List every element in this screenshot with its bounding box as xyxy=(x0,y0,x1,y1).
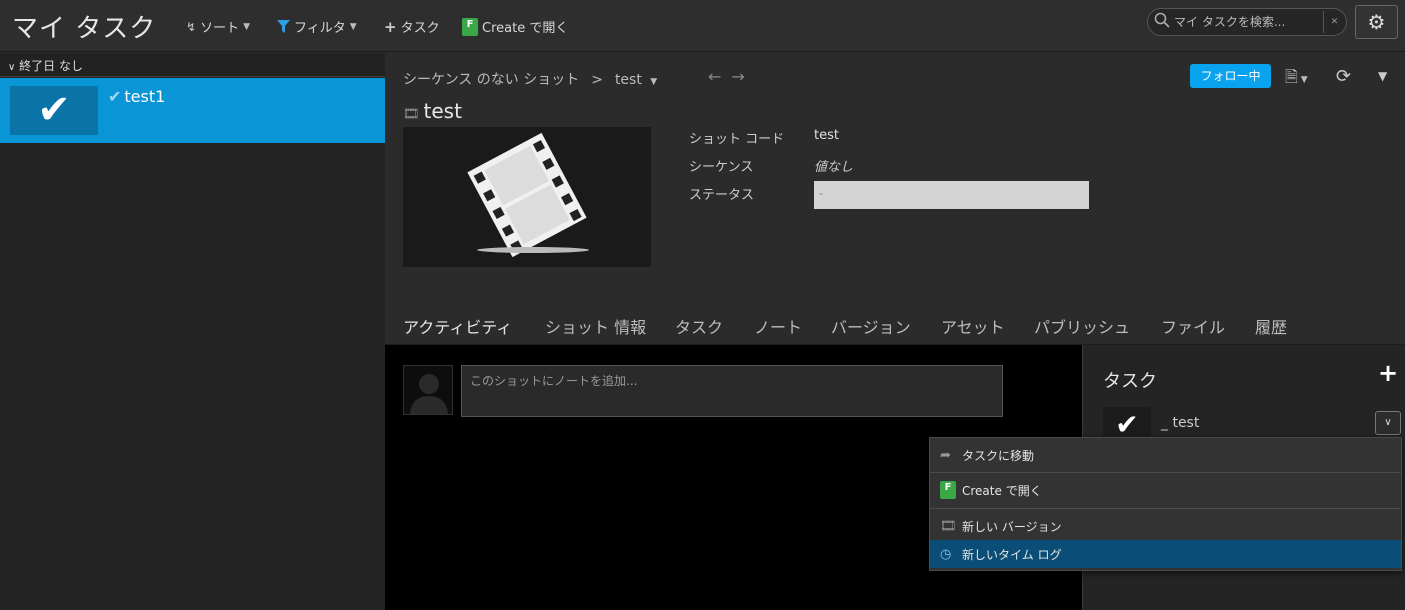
tab-files[interactable]: ファイル xyxy=(1161,314,1225,338)
menu-item-label: 新しい バージョン xyxy=(962,519,1062,534)
field-value[interactable]: 値なし xyxy=(814,156,853,175)
field-value[interactable]: test xyxy=(814,128,839,143)
chevron-down-icon: ▼ xyxy=(243,21,250,32)
task-item-menu-button[interactable]: ∨ xyxy=(1375,411,1401,435)
clock-icon: ◷ xyxy=(940,546,952,562)
film-icon: 🎞 xyxy=(940,518,957,534)
arrow-left-icon[interactable]: ← xyxy=(708,67,731,86)
tab-activity[interactable]: アクティビティ xyxy=(403,314,512,338)
app-window: マイ タスク ↯ ソート ▼ フィルタ ▼ + タスク F Create で開く… xyxy=(0,0,1405,610)
chevron-down-icon: ▼ xyxy=(349,21,357,32)
open-in-create-label: Create で開く xyxy=(482,21,569,36)
checkmark-icon: ✔ xyxy=(37,87,71,133)
chevron-down-icon[interactable]: ▼ xyxy=(650,77,657,87)
search-box: ✕ xyxy=(1147,8,1347,36)
add-task-label: タスク xyxy=(400,21,440,36)
menu-item-label: 新しいタイム ログ xyxy=(962,547,1062,562)
film-icon: 🎞 xyxy=(403,107,420,122)
avatar xyxy=(403,365,453,415)
nav-arrows: ←→ xyxy=(708,67,755,86)
flow-create-icon: F xyxy=(462,17,478,36)
follow-button[interactable]: フォロー中 xyxy=(1190,64,1271,88)
search-input[interactable] xyxy=(1174,12,1324,32)
share-arrow-icon: ➦ xyxy=(940,447,951,463)
filter-label: フィルタ xyxy=(294,21,346,36)
entity-title-text: test xyxy=(423,99,462,123)
breadcrumb-current[interactable]: test xyxy=(615,72,642,88)
breadcrumb: シーケンス のない ショット > test ▼ xyxy=(403,69,657,89)
tab-history[interactable]: 履歴 xyxy=(1255,314,1287,338)
add-task-icon[interactable]: + xyxy=(1378,359,1398,387)
menu-item-go-to-task[interactable]: ➦ タスクに移動 xyxy=(930,441,1401,469)
note-input[interactable]: このショットにノートを追加... xyxy=(461,365,1003,417)
sort-label: ソート xyxy=(200,21,240,36)
task-item-name[interactable]: _ test xyxy=(1161,415,1199,431)
field-label: ショット コード xyxy=(689,132,785,147)
tab-shot-info[interactable]: ショット 情報 xyxy=(545,314,646,338)
document-icon: 🗎 xyxy=(1285,67,1298,86)
top-bar: マイ タスク ↯ ソート ▼ フィルタ ▼ + タスク F Create で開く… xyxy=(0,0,1405,52)
refresh-icon: ⟳ xyxy=(1336,66,1352,87)
add-task-button[interactable]: + タスク xyxy=(384,17,440,37)
task-panel-title: タスク xyxy=(1103,371,1157,392)
chevron-down-icon: ∨ xyxy=(8,62,16,73)
tab-publishes[interactable]: パブリッシュ xyxy=(1034,314,1130,338)
menu-divider xyxy=(930,508,1401,509)
breadcrumb-parent[interactable]: シーケンス のない ショット xyxy=(403,72,579,88)
plus-icon: + xyxy=(384,17,397,36)
tab-versions[interactable]: バージョン xyxy=(831,314,911,338)
menu-item-new-time-log[interactable]: ◷ 新しいタイム ログ xyxy=(930,540,1401,568)
chevron-down-icon: ▼ xyxy=(1378,69,1388,83)
page-title: マイ タスク xyxy=(12,14,157,44)
list-item[interactable]: ✔ ✔ test1 xyxy=(0,78,385,143)
user-silhouette-icon xyxy=(410,374,448,414)
group-label: 終了日 なし xyxy=(19,59,83,73)
shot-thumbnail[interactable] xyxy=(403,127,651,267)
clear-search-icon[interactable]: ✕ xyxy=(1323,11,1345,33)
menu-item-label: タスクに移動 xyxy=(962,448,1035,463)
menu-divider xyxy=(930,472,1401,473)
refresh-button[interactable]: ⟳ xyxy=(1336,66,1351,87)
filter-icon xyxy=(277,20,290,33)
open-in-create-button[interactable]: F Create で開く xyxy=(462,17,568,36)
task-thumbnail: ✔ xyxy=(10,86,98,135)
sort-button[interactable]: ↯ ソート ▼ xyxy=(186,17,250,37)
more-button[interactable]: ▼ xyxy=(1378,69,1387,83)
chevron-down-icon: ▼ xyxy=(1297,75,1308,85)
search-icon xyxy=(1154,12,1170,28)
breadcrumb-separator: > xyxy=(591,72,603,88)
task-list-panel: ∨ 終了日 なし ✔ ✔ test1 xyxy=(0,53,385,610)
flow-create-icon: F xyxy=(940,481,956,499)
sort-icon: ↯ xyxy=(186,19,197,34)
menu-item-label: Create で開く xyxy=(962,483,1042,498)
menu-item-open-in-create[interactable]: F Create で開く xyxy=(930,476,1401,504)
tab-tasks[interactable]: タスク xyxy=(675,314,723,338)
arrow-right-icon[interactable]: → xyxy=(731,67,754,86)
entity-title: 🎞 test xyxy=(403,99,462,123)
document-menu-button[interactable]: 🗎 ▼ xyxy=(1285,66,1308,93)
field-label: ステータス xyxy=(689,188,755,203)
settings-button[interactable]: ⚙ xyxy=(1355,5,1398,39)
task-name: ✔ test1 xyxy=(108,87,165,106)
menu-item-new-version[interactable]: 🎞 新しい バージョン xyxy=(930,512,1401,540)
tab-notes[interactable]: ノート xyxy=(754,314,802,338)
film-strip-icon xyxy=(467,132,589,258)
task-context-menu: ➦ タスクに移動 F Create で開く 🎞 新しい バージョン ◷ 新しいタ… xyxy=(929,437,1402,571)
task-name-label: test1 xyxy=(124,87,166,106)
gear-icon: ⚙ xyxy=(1367,10,1386,34)
task-check-icon: ✔ xyxy=(108,87,122,106)
group-header[interactable]: ∨ 終了日 なし xyxy=(0,53,385,77)
status-field[interactable]: - xyxy=(814,181,1089,209)
chevron-down-icon: ∨ xyxy=(1384,417,1392,428)
field-label: シーケンス xyxy=(689,160,754,175)
tab-assets[interactable]: アセット xyxy=(941,314,1005,338)
filter-button[interactable]: フィルタ ▼ xyxy=(277,17,357,36)
tab-bar: アクティビティ ショット 情報 タスク ノート バージョン アセット パブリッシ… xyxy=(385,308,1405,345)
